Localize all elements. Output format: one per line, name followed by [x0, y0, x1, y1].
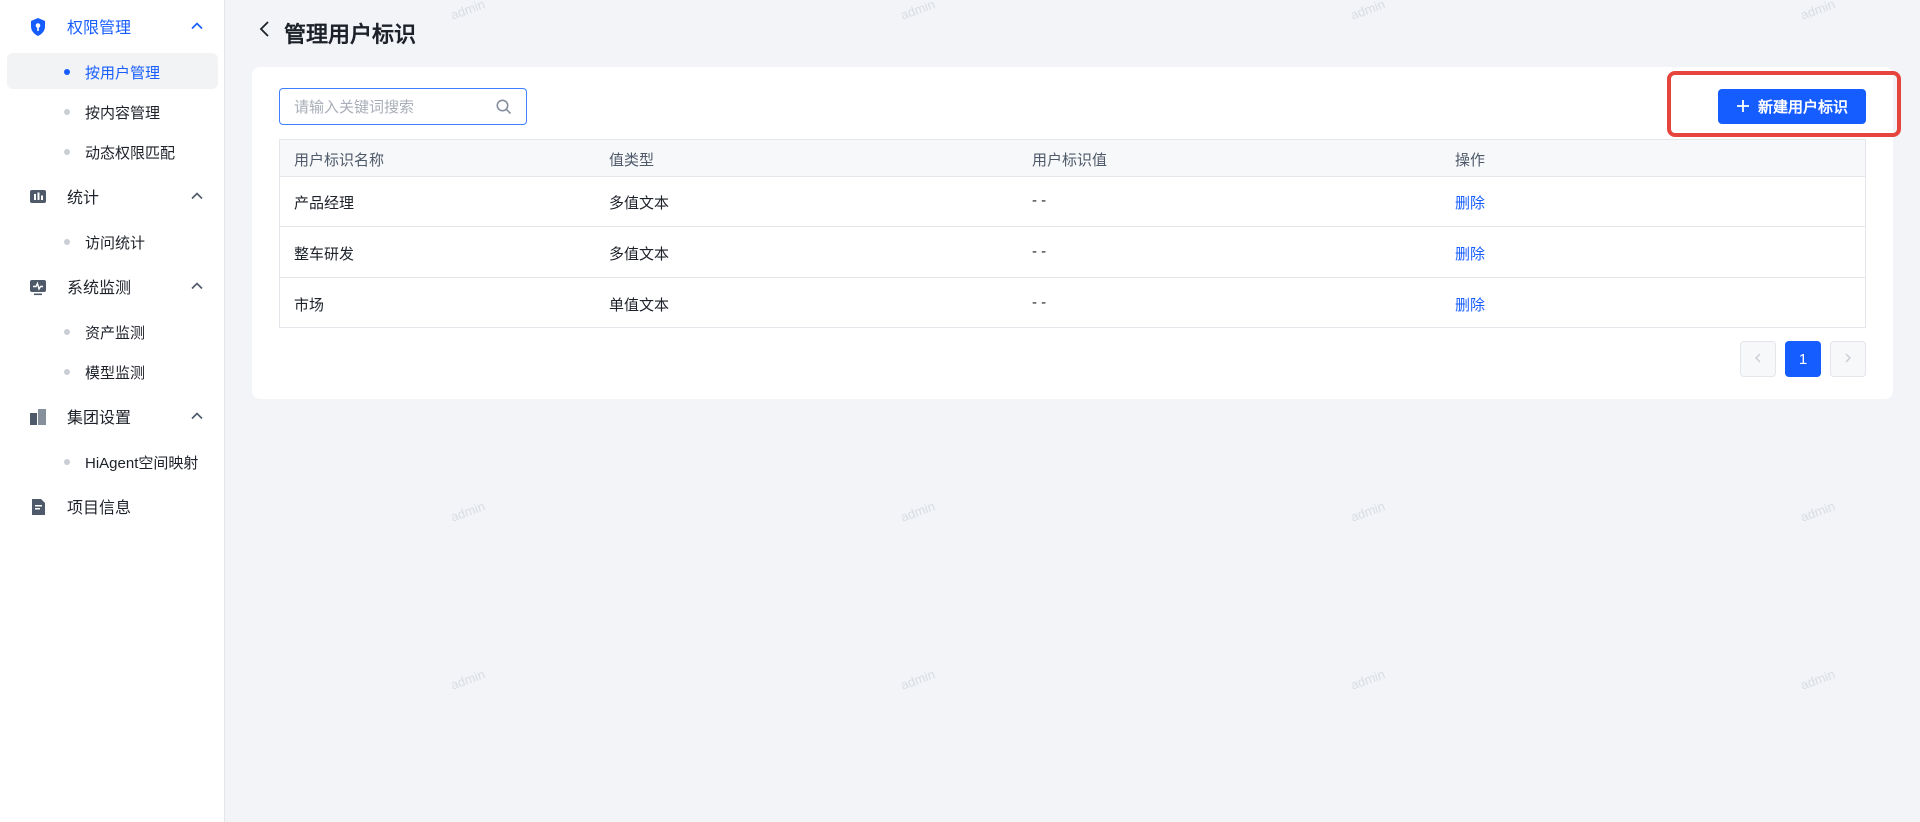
chevron-right-icon [1843, 351, 1853, 368]
cell-name: 产品经理 [294, 195, 355, 212]
sidebar-item-label: 按内容管理 [85, 105, 161, 122]
new-button-label: 新建用户标识 [1757, 99, 1848, 116]
cell-type: 多值文本 [609, 195, 670, 212]
watermark-text: admin [1348, 498, 1387, 525]
chevron-up-icon [189, 278, 205, 294]
column-header-type: 值类型 [609, 152, 655, 169]
cell-type: 多值文本 [609, 246, 670, 263]
sidebar-item-label: 模型监测 [85, 365, 146, 382]
column-header-value: 用户标识值 [1032, 152, 1108, 169]
delete-link[interactable]: 删除 [1455, 294, 1485, 315]
sidebar: 权限管理 按用户管理 按内容管理 动态权限匹配 统计 访问统计 系统监测 资产监… [0, 0, 225, 822]
watermark-text: admin [1798, 498, 1837, 525]
watermark-text: admin [1798, 666, 1837, 693]
bullet-dot [64, 239, 70, 245]
search-icon[interactable] [495, 98, 513, 116]
table-row: 产品经理 多值文本 - - 删除 [280, 177, 1865, 227]
bullet-dot [64, 109, 70, 115]
chevron-left-icon [258, 19, 272, 44]
sidebar-group-label: 权限管理 [67, 20, 132, 37]
bar-chart-icon [28, 187, 48, 207]
sidebar-group-label: 项目信息 [67, 500, 132, 517]
delete-link[interactable]: 删除 [1455, 243, 1485, 264]
cell-value: - - [1032, 192, 1047, 209]
sidebar-item-label: 动态权限匹配 [85, 145, 176, 162]
sidebar-group-project-info[interactable]: 项目信息 [0, 488, 225, 524]
pagination-prev-button[interactable] [1740, 341, 1776, 377]
sidebar-group-system-monitoring[interactable]: 系统监测 [0, 268, 225, 304]
sidebar-group-permissions[interactable]: 权限管理 [0, 8, 225, 44]
watermark-text: admin [1348, 666, 1387, 693]
sidebar-group-label: 系统监测 [67, 280, 132, 297]
plus-icon [1736, 97, 1750, 117]
bullet-dot [64, 149, 70, 155]
column-header-name: 用户标识名称 [294, 152, 385, 169]
search-box[interactable] [279, 88, 527, 125]
watermark-text: admin [448, 0, 487, 23]
bullet-dot [64, 459, 70, 465]
cell-value: - - [1032, 243, 1047, 260]
back-button[interactable] [254, 18, 276, 44]
watermark-text: admin [448, 498, 487, 525]
document-icon [28, 497, 48, 517]
sidebar-group-group-settings[interactable]: 集团设置 [0, 398, 225, 434]
pagination-page-1[interactable]: 1 [1785, 341, 1821, 377]
chevron-left-icon [1753, 351, 1763, 368]
bullet-dot [64, 69, 70, 75]
sidebar-group-label: 集团设置 [67, 410, 132, 427]
cell-value: - - [1032, 294, 1047, 311]
shield-icon [28, 17, 48, 37]
sidebar-group-statistics[interactable]: 统计 [0, 178, 225, 214]
bullet-dot [64, 369, 70, 375]
watermark-text: admin [1348, 0, 1387, 23]
new-user-tag-button[interactable]: 新建用户标识 [1718, 89, 1866, 124]
cell-type: 单值文本 [609, 297, 670, 314]
sidebar-group-label: 统计 [67, 190, 100, 207]
sidebar-item-label: 访问统计 [85, 235, 146, 252]
cell-name: 整车研发 [294, 246, 355, 263]
sidebar-item-access-statistics[interactable]: 访问统计 [7, 223, 218, 259]
monitor-icon [28, 277, 48, 297]
sidebar-item-label: 按用户管理 [85, 65, 161, 82]
table-row: 市场 单值文本 - - 删除 [280, 279, 1865, 329]
pagination-next-button[interactable] [1830, 341, 1866, 377]
watermark-text: admin [898, 498, 937, 525]
chevron-up-icon [189, 188, 205, 204]
sidebar-item-by-content[interactable]: 按内容管理 [7, 93, 218, 129]
search-input[interactable] [294, 97, 484, 117]
user-tag-table: 用户标识名称 值类型 用户标识值 操作 产品经理 多值文本 - - 删除 整车研… [279, 139, 1866, 328]
sidebar-item-label: 资产监测 [85, 325, 146, 342]
table-row: 整车研发 多值文本 - - 删除 [280, 228, 1865, 278]
table-header: 用户标识名称 值类型 用户标识值 操作 [280, 140, 1865, 177]
sidebar-item-model-monitoring[interactable]: 模型监测 [7, 353, 218, 389]
sidebar-item-dynamic-permission[interactable]: 动态权限匹配 [7, 133, 218, 169]
building-icon [28, 407, 48, 427]
watermark-text: admin [448, 666, 487, 693]
watermark-text: admin [1798, 0, 1837, 23]
chevron-up-icon [189, 18, 205, 34]
delete-link[interactable]: 删除 [1455, 192, 1485, 213]
cell-name: 市场 [294, 297, 325, 314]
watermark-text: admin [898, 0, 937, 23]
sidebar-item-asset-monitoring[interactable]: 资产监测 [7, 313, 218, 349]
sidebar-item-by-user[interactable]: 按用户管理 [7, 53, 218, 89]
bullet-dot [64, 329, 70, 335]
sidebar-item-label: HiAgent空间映射 [85, 455, 199, 472]
watermark-text: admin [898, 666, 937, 693]
sidebar-item-hiagent-mapping[interactable]: HiAgent空间映射 [7, 443, 218, 479]
page-title: 管理用户标识 [284, 22, 417, 47]
chevron-up-icon [189, 408, 205, 424]
column-header-action: 操作 [1455, 152, 1486, 169]
